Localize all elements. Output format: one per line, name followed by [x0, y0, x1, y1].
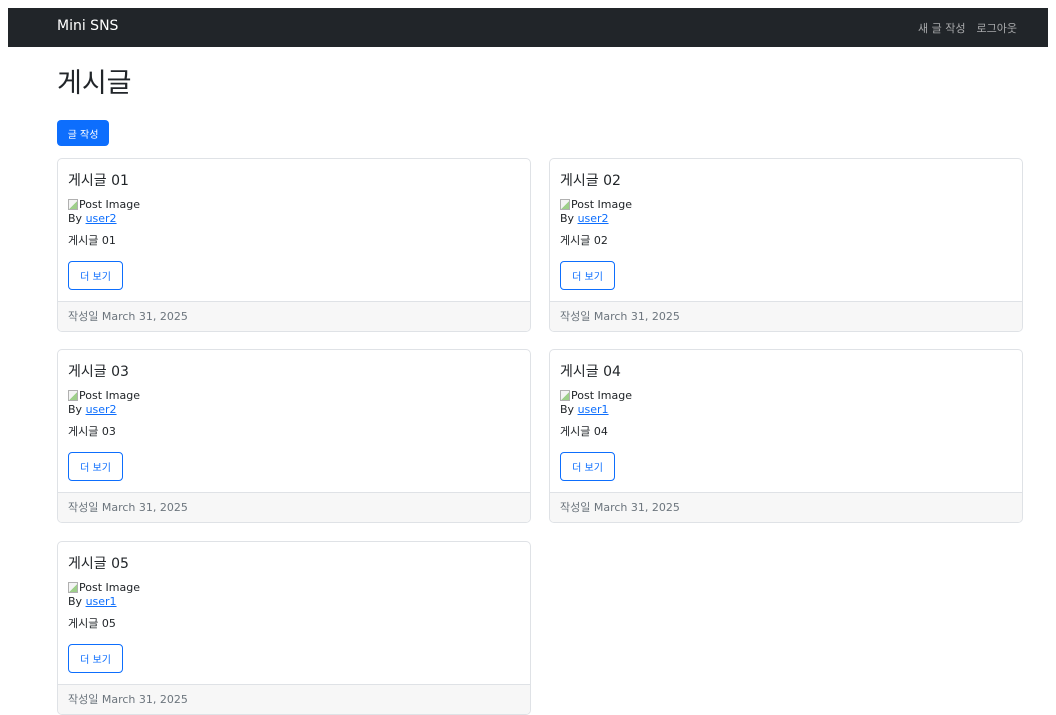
post-content: 게시글 02	[560, 234, 608, 247]
post-byline: By user2	[68, 403, 117, 416]
nav-logout-link[interactable]: 로그아웃	[977, 20, 1017, 36]
write-post-button[interactable]: 글 작성	[57, 120, 109, 146]
post-byline: By user1	[68, 595, 117, 608]
view-more-button[interactable]: 더 보기	[68, 261, 123, 290]
post-image-alt-text: Post Image	[571, 198, 632, 211]
post-footer: 작성일 March 31, 2025	[550, 492, 1022, 522]
top-navbar: Mini SNS 새 글 작성 로그아웃	[8, 8, 1048, 47]
broken-image-icon	[68, 582, 78, 593]
post-content: 게시글 04	[560, 425, 608, 438]
post-image: Post Image	[560, 389, 632, 402]
post-image-alt-text: Post Image	[79, 198, 140, 211]
by-label: By	[68, 403, 86, 416]
post-card: 게시글 03 Post Image By user2 게시글 03 더 보기 작…	[57, 349, 531, 523]
post-card: 게시글 04 Post Image By user1 게시글 04 더 보기 작…	[549, 349, 1023, 523]
broken-image-icon	[560, 390, 570, 401]
post-card: 게시글 01 Post Image By user2 게시글 01 더 보기 작…	[57, 158, 531, 332]
post-footer: 작성일 March 31, 2025	[58, 684, 530, 714]
author-link[interactable]: user2	[578, 212, 609, 225]
post-card: 게시글 02 Post Image By user2 게시글 02 더 보기 작…	[549, 158, 1023, 332]
post-byline: By user2	[560, 212, 609, 225]
post-image-alt-text: Post Image	[79, 581, 140, 594]
post-image-alt-text: Post Image	[79, 389, 140, 402]
author-link[interactable]: user1	[86, 595, 117, 608]
view-more-button[interactable]: 더 보기	[68, 644, 123, 673]
post-content: 게시글 01	[68, 234, 116, 247]
broken-image-icon	[68, 390, 78, 401]
post-content: 게시글 05	[68, 617, 116, 630]
post-footer: 작성일 March 31, 2025	[550, 301, 1022, 331]
view-more-button[interactable]: 더 보기	[560, 452, 615, 481]
post-title: 게시글 02	[560, 173, 621, 189]
post-title: 게시글 05	[68, 556, 129, 572]
post-footer: 작성일 March 31, 2025	[58, 492, 530, 522]
post-byline: By user1	[560, 403, 609, 416]
post-content: 게시글 03	[68, 425, 116, 438]
broken-image-icon	[560, 199, 570, 210]
view-more-button[interactable]: 더 보기	[560, 261, 615, 290]
post-title: 게시글 04	[560, 364, 621, 380]
by-label: By	[560, 403, 578, 416]
post-image: Post Image	[560, 198, 632, 211]
post-card: 게시글 05 Post Image By user1 게시글 05 더 보기 작…	[57, 541, 531, 715]
brand-link[interactable]: Mini SNS	[57, 18, 118, 34]
by-label: By	[560, 212, 578, 225]
post-image-alt-text: Post Image	[571, 389, 632, 402]
page-title: 게시글	[57, 68, 132, 99]
post-image: Post Image	[68, 389, 140, 402]
post-title: 게시글 01	[68, 173, 129, 189]
author-link[interactable]: user2	[86, 212, 117, 225]
author-link[interactable]: user1	[578, 403, 609, 416]
broken-image-icon	[68, 199, 78, 210]
nav-new-post-link[interactable]: 새 글 작성	[918, 20, 965, 36]
post-byline: By user2	[68, 212, 117, 225]
post-title: 게시글 03	[68, 364, 129, 380]
post-footer: 작성일 March 31, 2025	[58, 301, 530, 331]
author-link[interactable]: user2	[86, 403, 117, 416]
by-label: By	[68, 595, 86, 608]
view-more-button[interactable]: 더 보기	[68, 452, 123, 481]
post-image: Post Image	[68, 198, 140, 211]
nav-links: 새 글 작성 로그아웃	[918, 20, 1017, 36]
by-label: By	[68, 212, 86, 225]
post-image: Post Image	[68, 581, 140, 594]
